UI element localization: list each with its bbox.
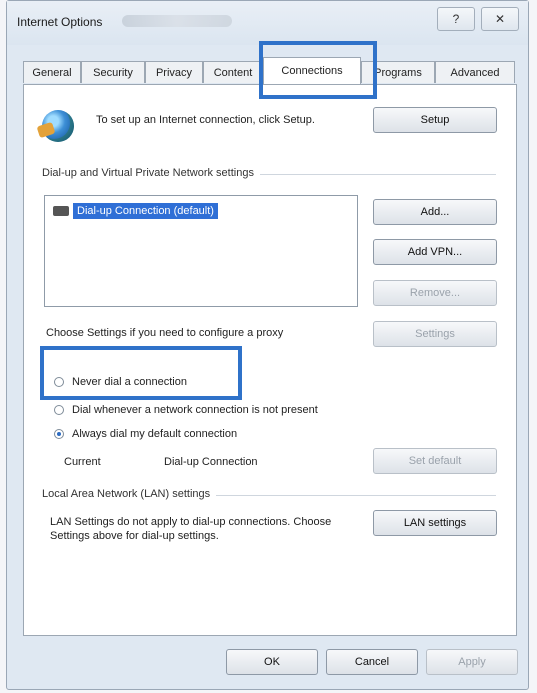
tab-security[interactable]: Security	[81, 61, 145, 83]
lan-text: LAN Settings do not apply to dial-up con…	[50, 516, 332, 542]
selected-connection: Dial-up Connection (default)	[73, 203, 218, 220]
title-blur	[122, 15, 232, 27]
list-item[interactable]: Dial-up Connection (default)	[53, 203, 218, 220]
setup-text: To set up an Internet connection, click …	[96, 114, 315, 126]
proxy-text: Choose Settings if you need to configure…	[46, 327, 284, 339]
tab-general[interactable]: General	[23, 61, 81, 83]
ok-button[interactable]: OK	[226, 649, 318, 675]
settings-button[interactable]: Settings	[373, 321, 497, 347]
radio-whenever-label: Dial whenever a network connection is no…	[72, 404, 318, 416]
lan-settings-button[interactable]: LAN settings	[373, 510, 497, 536]
globe-icon	[42, 110, 74, 142]
radio-whenever-indicator[interactable]	[54, 405, 64, 416]
current-label: Current	[64, 456, 101, 468]
radio-dial-whenever[interactable]: Dial whenever a network connection is no…	[54, 402, 318, 418]
radio-always-indicator[interactable]	[54, 429, 64, 440]
set-default-button[interactable]: Set default	[373, 448, 497, 474]
lan-section-label: Local Area Network (LAN) settings	[42, 488, 217, 500]
never-dial-highlight	[40, 346, 242, 400]
tab-advanced[interactable]: Advanced	[435, 61, 515, 83]
close-button[interactable]: ✕	[481, 7, 519, 31]
tab-privacy[interactable]: Privacy	[145, 61, 203, 83]
current-connection: Dial-up Connection	[164, 456, 258, 468]
radio-always-dial[interactable]: Always dial my default connection	[54, 426, 237, 442]
help-button[interactable]: ?	[437, 7, 475, 31]
radio-always-label: Always dial my default connection	[72, 428, 238, 440]
remove-button[interactable]: Remove...	[373, 280, 497, 306]
apply-button[interactable]: Apply	[426, 649, 518, 675]
cancel-button[interactable]: Cancel	[326, 649, 418, 675]
setup-button[interactable]: Setup	[373, 107, 497, 133]
tab-content[interactable]: Content	[203, 61, 263, 83]
add-vpn-button[interactable]: Add VPN...	[373, 239, 497, 265]
window-title: Internet Options	[17, 15, 103, 29]
dialup-phone-icon	[53, 206, 69, 217]
add-button[interactable]: Add...	[373, 199, 497, 225]
dialup-section-label: Dial-up and Virtual Private Network sett…	[42, 167, 260, 179]
title-bar[interactable]: Internet Options ? ✕	[7, 1, 528, 45]
connections-tab-highlight	[259, 41, 377, 99]
connections-list[interactable]: Dial-up Connection (default)	[44, 195, 358, 307]
